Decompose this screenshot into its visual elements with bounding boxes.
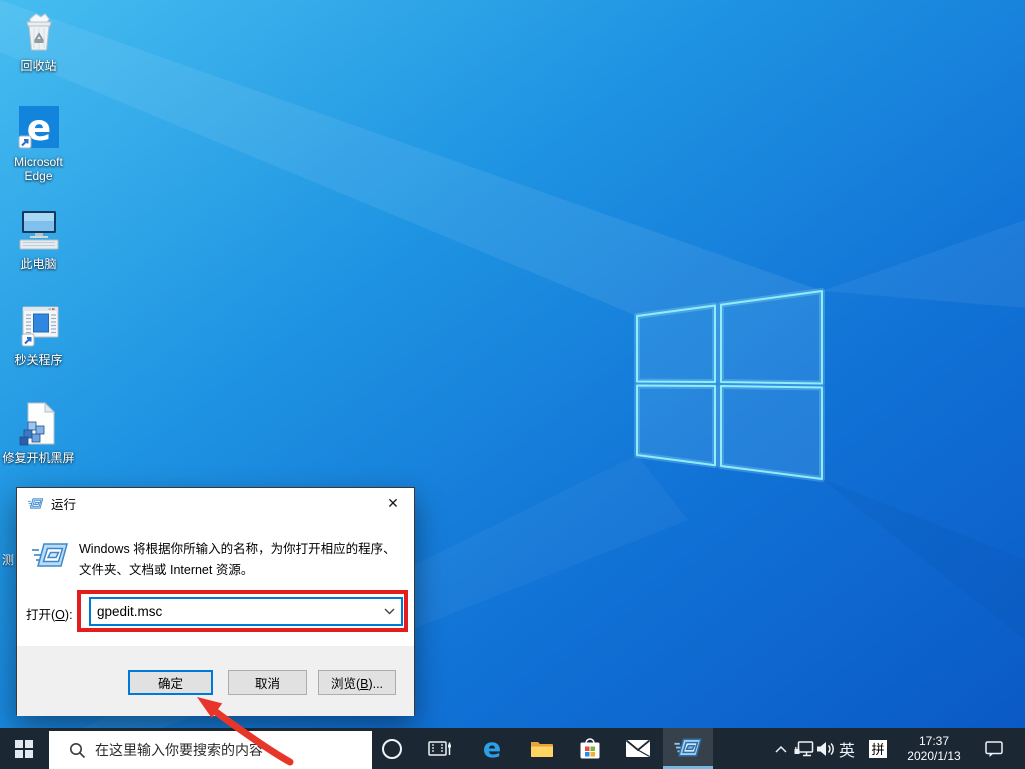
run-description-line1: Windows 将根据你所输入的名称，为你打开相应的程序、: [79, 542, 396, 556]
run-body-icon: [32, 543, 68, 567]
ethernet-icon: [794, 740, 814, 756]
ime-language-indicator[interactable]: 英: [836, 728, 858, 769]
run-app-icon: [674, 738, 702, 756]
run-input[interactable]: [91, 604, 377, 619]
ok-button[interactable]: 确定: [128, 670, 213, 695]
desktop-icon-label: 秒关程序: [14, 353, 63, 367]
search-icon: [70, 742, 86, 758]
desktop: 回收站 e Microsoft Edge 此电脑 秒关程序 修复开机黑屏 测 运…: [0, 0, 1025, 769]
hidden-desktop-icon-label[interactable]: 测: [2, 551, 15, 568]
desktop-icon-label: 修复开机黑屏: [2, 451, 75, 465]
taskbar-search-box[interactable]: [49, 731, 372, 769]
close-icon[interactable]: ✕: [372, 488, 414, 518]
file-explorer-button[interactable]: [518, 728, 566, 769]
network-status[interactable]: [793, 728, 815, 769]
desktop-icon-label: 此电脑: [20, 257, 57, 271]
desktop-icon-registry-fix[interactable]: 修复开机黑屏: [1, 400, 76, 465]
app-window-icon: [21, 306, 58, 347]
this-pc-icon: [19, 211, 58, 250]
run-input-combobox[interactable]: [89, 597, 403, 626]
taskbar: e: [0, 728, 1025, 769]
run-dialog-icon: [27, 497, 44, 509]
file-explorer-icon: [530, 741, 553, 757]
open-field-label: 打开(O):: [26, 608, 73, 622]
browse-button[interactable]: 浏览(B)...: [318, 670, 396, 695]
search-input[interactable]: [95, 742, 365, 758]
taskbar-edge-button[interactable]: e: [468, 728, 516, 769]
taskbar-run-app-active[interactable]: [663, 728, 713, 769]
desktop-icon-program[interactable]: 秒关程序: [1, 302, 76, 367]
ime-mode-indicator[interactable]: 拼: [869, 728, 887, 769]
desktop-icon-edge[interactable]: e Microsoft Edge: [1, 104, 76, 183]
combo-dropdown-button[interactable]: [377, 599, 401, 624]
run-description-line2: 文件夹、文档或 Internet 资源。: [79, 563, 254, 577]
taskbar-clock[interactable]: 17:37 2020/1/13: [898, 728, 970, 769]
speaker-icon: [816, 741, 834, 756]
run-dialog-title: 运行: [51, 497, 77, 512]
start-button[interactable]: [0, 728, 48, 769]
store-icon: [580, 738, 600, 759]
task-view-icon: [428, 740, 451, 756]
cancel-button[interactable]: 取消: [228, 670, 307, 695]
task-view-button[interactable]: [418, 728, 462, 769]
desktop-icon-label: Microsoft Edge: [14, 155, 63, 183]
clock-date: 2020/1/13: [907, 748, 961, 763]
recycle-bin-icon: [25, 13, 52, 51]
run-dialog-titlebar[interactable]: 运行 ✕: [17, 488, 414, 518]
windows-start-icon: [15, 739, 33, 758]
mail-icon: [625, 739, 651, 758]
clock-time: 17:37: [918, 733, 950, 748]
chevron-up-icon: [775, 745, 787, 753]
desktop-icon-label: 回收站: [20, 59, 57, 73]
ime-mode-box: 拼: [869, 739, 887, 758]
mail-button[interactable]: [614, 728, 662, 769]
desktop-icon-recycle-bin[interactable]: 回收站: [1, 8, 76, 73]
action-center-icon: [985, 740, 1003, 757]
run-description: Windows 将根据你所输入的名称，为你打开相应的程序、 文件夹、文档或 In…: [79, 539, 404, 581]
desktop-icon-this-pc[interactable]: 此电脑: [1, 206, 76, 271]
volume-status[interactable]: [814, 728, 836, 769]
windows-logo: [634, 288, 825, 482]
edge-icon: e: [18, 106, 59, 149]
cortana-icon: [382, 738, 402, 759]
cortana-button[interactable]: [372, 728, 412, 769]
edge-e-icon: e: [482, 733, 502, 764]
run-dialog: 运行 ✕ Windows 将根据你所输入的名称，为你打开相应的程序、 文件夹、文…: [16, 487, 415, 716]
chevron-down-icon: [384, 608, 394, 615]
registry-file-icon: [19, 401, 55, 446]
tray-show-hidden-icons[interactable]: [772, 728, 790, 769]
microsoft-store-button[interactable]: [566, 728, 614, 769]
action-center-button[interactable]: [982, 728, 1008, 769]
